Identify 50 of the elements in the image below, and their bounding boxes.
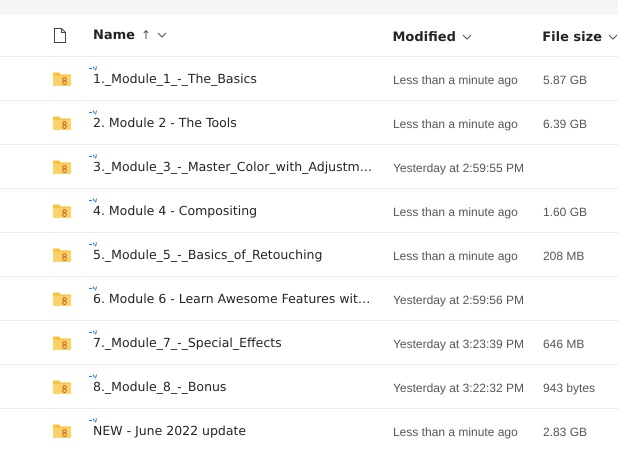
modified-date: Less than a minute ago <box>393 205 518 219</box>
folder-name[interactable]: 4. Module 4 - Compositing <box>93 203 258 218</box>
shared-folder-icon <box>53 424 71 438</box>
shared-folder-icon <box>53 248 71 262</box>
modified-date: Less than a minute ago <box>393 249 518 263</box>
modified-date: Yesterday at 3:22:32 PM <box>393 381 524 395</box>
file-size: 6.39 GB <box>543 117 588 131</box>
modified-date: Less than a minute ago <box>393 425 518 439</box>
column-header[interactable]: Modified <box>392 30 472 44</box>
file-size: 5.87 GB <box>543 73 588 87</box>
file-icon <box>54 28 66 42</box>
modified-date: Yesterday at 3:23:39 PM <box>393 337 524 351</box>
folder-name[interactable]: 2. Module 2 - The Tools <box>93 115 237 130</box>
sync-icon <box>89 110 97 117</box>
shared-folder-icon <box>53 204 71 218</box>
file-size: 646 MB <box>543 337 584 351</box>
modified-date: Less than a minute ago <box>393 117 518 131</box>
folder-name[interactable]: 3._Module_3_-_Master_Color_with_Adjustm… <box>93 159 372 174</box>
file-size: 208 MB <box>543 249 584 263</box>
column-header[interactable]: Name ↑ <box>92 28 168 42</box>
file-size: 1.60 GB <box>543 205 588 219</box>
folder-name[interactable]: 8._Module_8_-_Bonus <box>93 379 226 394</box>
shared-folder-icon <box>53 116 71 130</box>
shared-folder-icon <box>53 380 71 394</box>
sync-icon <box>89 418 97 425</box>
folder-name[interactable]: 1._Module_1_-_The_Basics <box>93 71 257 86</box>
folder-name[interactable]: 7._Module_7_-_Special_Effects <box>93 335 282 350</box>
sync-icon <box>89 374 97 381</box>
modified-date: Less than a minute ago <box>393 73 518 87</box>
sync-icon <box>89 154 97 161</box>
chevron-down-icon <box>462 34 472 40</box>
modified-date: Yesterday at 2:59:56 PM <box>393 293 524 307</box>
chevron-down-icon <box>157 32 168 38</box>
sync-icon <box>89 286 97 293</box>
sync-icon <box>89 242 97 249</box>
folder-name[interactable]: NEW - June 2022 update <box>93 423 246 438</box>
chevron-down-icon <box>608 34 618 40</box>
modified-date: Yesterday at 2:59:55 PM <box>393 161 524 175</box>
file-size: 2.83 GB <box>543 425 588 439</box>
sync-icon <box>89 66 97 73</box>
folder-name[interactable]: 5._Module_5_-_Basics_of_Retouching <box>93 247 322 262</box>
file-size: 943 bytes <box>543 381 596 395</box>
shared-folder-icon <box>53 292 71 306</box>
shared-folder-icon <box>53 72 71 86</box>
column-header[interactable]: File size <box>542 30 618 44</box>
folder-name[interactable]: 6. Module 6 - Learn Awesome Features wit… <box>93 291 370 306</box>
shared-folder-icon <box>53 160 71 174</box>
shared-folder-icon <box>53 336 71 350</box>
sync-icon <box>89 198 97 205</box>
sync-icon <box>89 330 97 337</box>
